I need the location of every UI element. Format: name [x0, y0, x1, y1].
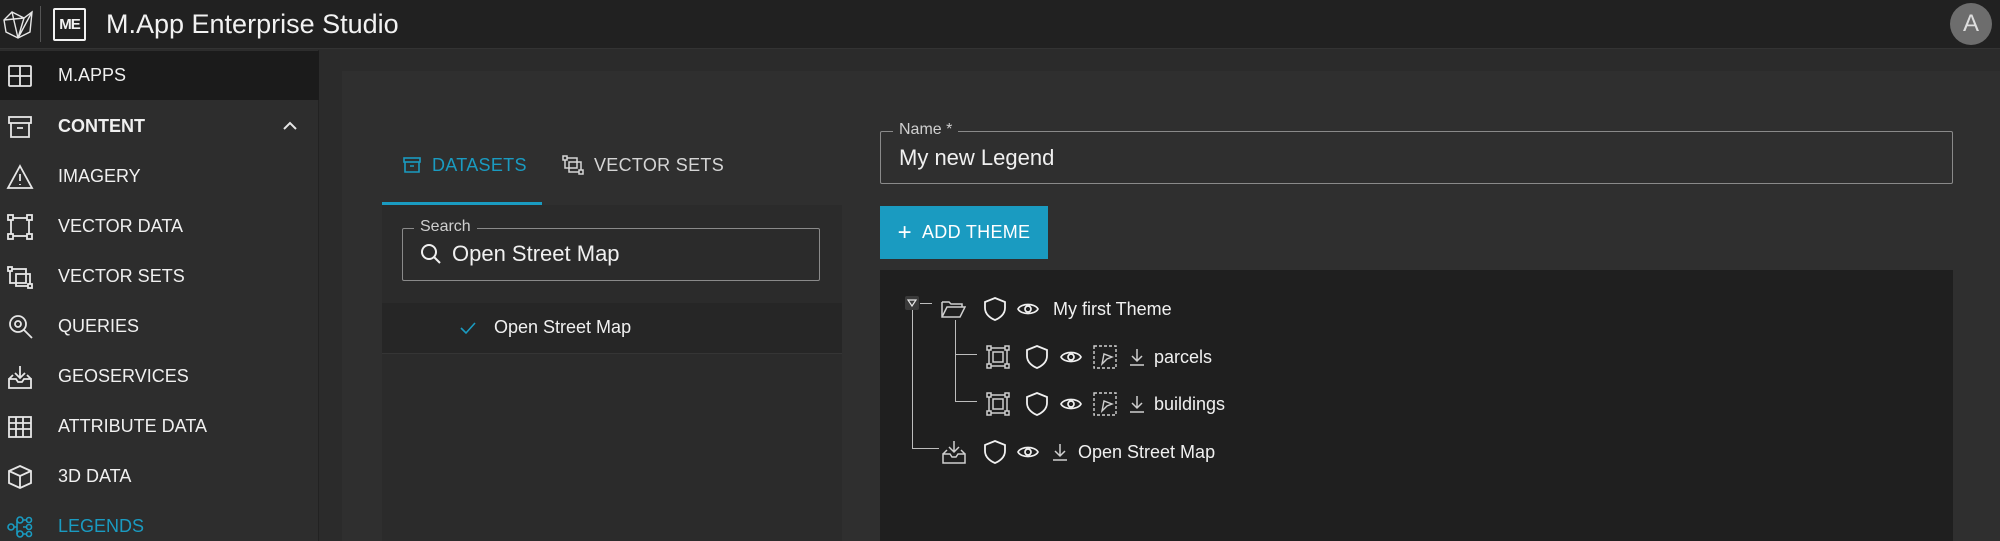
eye-icon[interactable]	[1059, 392, 1083, 416]
name-label: Name *	[893, 121, 959, 139]
divider	[40, 6, 41, 42]
tree-connector	[955, 354, 977, 355]
tree-connector	[955, 320, 956, 402]
vector-square-icon	[986, 392, 1010, 416]
download-arrow-icon[interactable]	[1127, 347, 1147, 367]
top-bar: ME M.App Enterprise Studio A	[0, 0, 2000, 49]
tree-node-label[interactable]: buildings	[1154, 394, 1225, 415]
user-avatar[interactable]: A	[1950, 3, 1992, 45]
sidebar-item-geoservices[interactable]: GEOSERVICES	[0, 352, 319, 401]
sidebar: M.APPS CONTENT IMAGERY VECTOR DATA VECTO…	[0, 50, 319, 541]
warning-triangle-icon	[6, 164, 34, 189]
plus-icon: +	[897, 218, 912, 246]
tree-connector	[912, 448, 939, 449]
tree-node-label[interactable]: parcels	[1154, 347, 1212, 368]
table-icon	[8, 416, 32, 438]
tree-node-label[interactable]: Open Street Map	[1078, 442, 1215, 463]
tab-vector-sets[interactable]: VECTOR SETS	[562, 125, 724, 205]
collapse-triangle-icon[interactable]	[904, 295, 920, 311]
vector-square-icon	[7, 214, 33, 240]
tree-node-label[interactable]: My first Theme	[1053, 299, 1172, 320]
archive-box-icon	[403, 157, 421, 173]
tree-connector	[912, 306, 913, 449]
sidebar-item-label: 3D DATA	[58, 466, 132, 486]
sidebar-item-attribute-data[interactable]: ATTRIBUTE DATA	[0, 402, 319, 451]
sidebar-item-label: M.APPS	[58, 65, 127, 85]
tab-label: DATASETS	[432, 154, 527, 175]
list-item-label: Open Street Map	[494, 317, 632, 337]
sidebar-item-queries[interactable]: QUERIES	[0, 302, 319, 351]
add-theme-label: ADD THEME	[921, 222, 1031, 242]
sidebar-item-label: VECTOR SETS	[58, 266, 185, 286]
shield-icon[interactable]	[982, 296, 1008, 322]
query-search-icon	[9, 315, 33, 339]
legend-tree-icon	[7, 516, 33, 538]
sidebar-item-vector-data[interactable]: VECTOR DATA	[0, 202, 319, 251]
download-arrow-icon[interactable]	[1050, 442, 1070, 462]
eye-icon[interactable]	[1059, 345, 1083, 369]
archive-box-icon	[8, 116, 32, 138]
sidebar-item-legends[interactable]: LEGENDS	[0, 502, 319, 541]
add-theme-button[interactable]: + ADD THEME	[880, 206, 1048, 259]
app-title: M.App Enterprise Studio	[106, 9, 399, 39]
grid-icon	[8, 65, 32, 87]
name-value[interactable]: My new Legend	[899, 145, 1054, 171]
eye-icon[interactable]	[1016, 297, 1040, 321]
me-logo[interactable]: ME	[53, 8, 86, 41]
shield-icon[interactable]	[1024, 391, 1050, 417]
search-label: Search	[414, 218, 477, 236]
select-cursor-icon[interactable]	[1092, 344, 1118, 370]
sidebar-item-label: CONTENT	[58, 116, 145, 136]
hexagon-logo-icon[interactable]	[2, 8, 34, 40]
tab-datasets[interactable]: DATASETS	[402, 125, 527, 205]
sidebar-item-label: LEGENDS	[58, 516, 145, 536]
sidebar-item-content[interactable]: CONTENT	[0, 102, 319, 151]
sidebar-item-mapps[interactable]: M.APPS	[0, 51, 319, 100]
chevron-up-icon[interactable]	[280, 116, 300, 136]
download-tray-icon	[942, 441, 966, 464]
shield-icon[interactable]	[1024, 344, 1050, 370]
vector-set-icon	[562, 155, 584, 175]
cube-icon	[8, 465, 32, 489]
sidebar-item-imagery[interactable]: IMAGERY	[0, 152, 319, 201]
sidebar-item-label: ATTRIBUTE DATA	[58, 416, 208, 436]
shield-icon[interactable]	[982, 439, 1008, 465]
sidebar-item-label: GEOSERVICES	[58, 366, 189, 386]
dataset-tabs: DATASETS VECTOR SETS	[382, 125, 842, 205]
vector-set-icon	[7, 266, 33, 289]
sidebar-item-vector-sets[interactable]: VECTOR SETS	[0, 252, 319, 301]
tab-label: VECTOR SETS	[594, 154, 724, 175]
tree-connector	[920, 303, 932, 304]
sidebar-item-label: VECTOR DATA	[58, 216, 184, 236]
sidebar-item-label: IMAGERY	[58, 166, 141, 186]
eye-icon[interactable]	[1016, 440, 1040, 464]
download-arrow-icon[interactable]	[1127, 394, 1147, 414]
tree-connector	[955, 401, 977, 402]
vector-square-icon	[986, 345, 1010, 369]
folder-open-icon	[941, 301, 966, 318]
check-icon	[460, 322, 476, 335]
sidebar-item-3d-data[interactable]: 3D DATA	[0, 452, 319, 501]
search-icon	[421, 244, 441, 264]
download-tray-icon	[8, 366, 32, 389]
search-value[interactable]: Open Street Map	[452, 241, 620, 267]
select-cursor-icon[interactable]	[1092, 391, 1118, 417]
sidebar-item-label: QUERIES	[58, 316, 140, 336]
